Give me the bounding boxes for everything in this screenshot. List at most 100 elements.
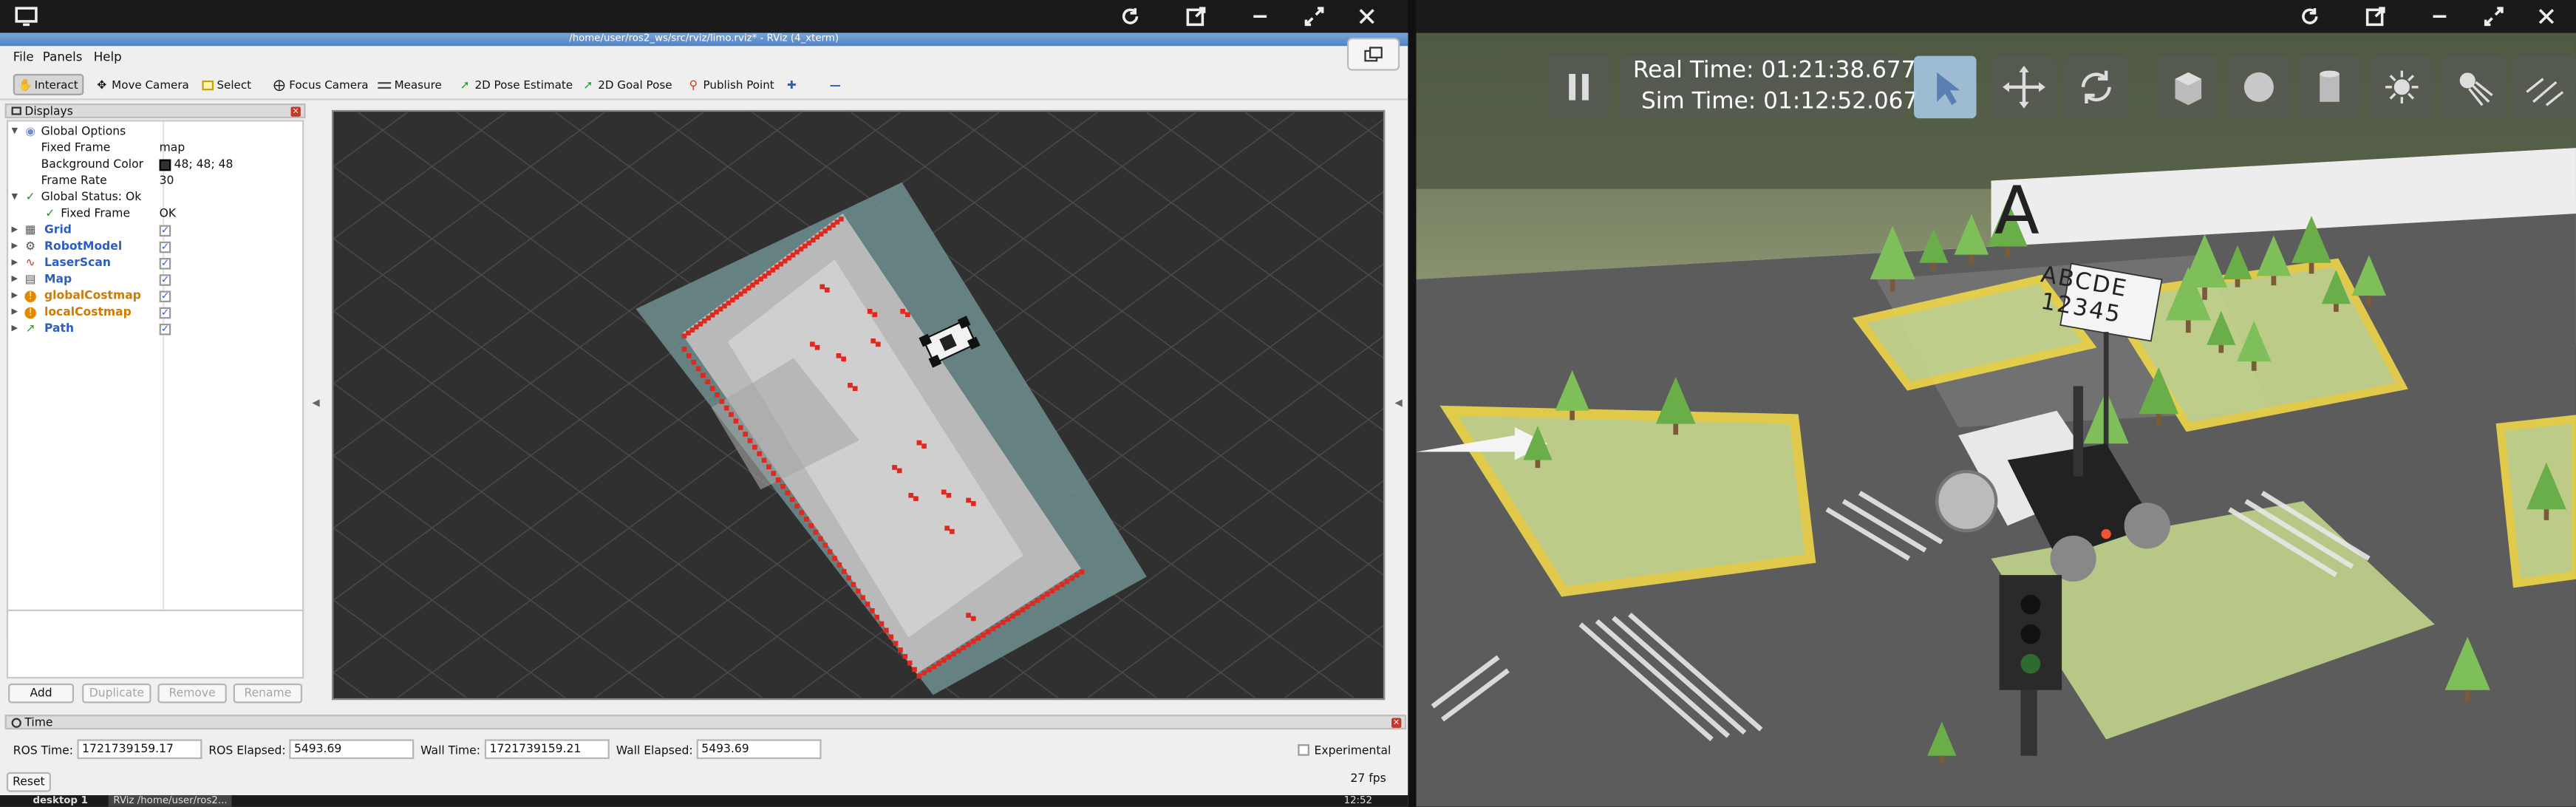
taskbar-task[interactable]: RViz /home/user/ros2... bbox=[108, 795, 233, 807]
tree-value[interactable]: map bbox=[160, 140, 185, 156]
tool-interact[interactable]: ✋ Interact bbox=[13, 74, 84, 95]
collapse-arrow-icon[interactable]: ▶ bbox=[12, 287, 18, 304]
tree-row-laserscan[interactable]: ▶ ∿ LaserScan ✓ bbox=[8, 255, 302, 271]
wall-time-field[interactable]: 1721739159.21 bbox=[484, 739, 610, 760]
tree-row-localcostmap[interactable]: ▶ ! localCostmap ✓ bbox=[8, 304, 302, 320]
monitor-icon[interactable] bbox=[10, 1, 42, 31]
rviz-3d-viewport[interactable] bbox=[332, 109, 1386, 701]
tree-row-frame-rate[interactable]: Frame Rate 30 bbox=[8, 172, 302, 188]
menu-file[interactable]: File bbox=[13, 50, 34, 64]
desktop-label[interactable]: desktop 1 bbox=[33, 795, 87, 807]
tree-value[interactable]: 48; 48; 48 bbox=[174, 156, 234, 172]
splitter-right-arrow[interactable]: ◀ bbox=[1394, 398, 1402, 409]
experimental-checkbox[interactable] bbox=[1298, 744, 1309, 756]
collapse-arrow-icon[interactable]: ▶ bbox=[12, 304, 18, 320]
rotate-mode-button[interactable] bbox=[2065, 55, 2128, 119]
collapse-arrow-icon[interactable]: ▶ bbox=[12, 255, 18, 271]
tree-row-globalcostmap[interactable]: ▶ ! globalCostmap ✓ bbox=[8, 287, 302, 304]
checkmark-icon: ✓ bbox=[25, 189, 35, 203]
minimize-icon[interactable] bbox=[1244, 1, 1276, 31]
tree-row-global-options[interactable]: ▼ ◉ Global Options bbox=[8, 123, 302, 140]
cursor-icon bbox=[1937, 72, 1960, 106]
enable-checkbox[interactable]: ✓ bbox=[159, 306, 171, 319]
directional-light-button[interactable] bbox=[2513, 55, 2576, 119]
ros-elapsed-field[interactable]: 5493.69 bbox=[289, 739, 415, 760]
box-shape-button[interactable] bbox=[2155, 55, 2218, 119]
collapse-arrow-icon[interactable]: ▶ bbox=[12, 271, 18, 287]
gazebo-viewport[interactable]: A ABCDE 12345 Real Time: 01:21:38.677 Si… bbox=[1416, 33, 2576, 807]
cylinder-shape-button[interactable] bbox=[2298, 55, 2361, 119]
rename-display-button[interactable]: Rename bbox=[233, 683, 303, 704]
enable-checkbox[interactable]: ✓ bbox=[159, 290, 171, 302]
enable-checkbox[interactable]: ✓ bbox=[159, 273, 171, 285]
tool-publish-point[interactable]: ⚲ Publish Point bbox=[684, 74, 777, 95]
translate-mode-button[interactable] bbox=[1992, 55, 2056, 119]
sphere-shape-button[interactable] bbox=[2227, 55, 2291, 119]
maximize-icon[interactable] bbox=[1298, 1, 1330, 31]
tree-label: RobotModel bbox=[44, 239, 123, 253]
ros-time-label: ROS Time: bbox=[13, 744, 74, 757]
color-swatch[interactable] bbox=[159, 159, 171, 171]
tool-move-camera[interactable]: ✥ Move Camera bbox=[92, 74, 192, 95]
pause-button[interactable] bbox=[1547, 55, 1610, 119]
tree-row-path[interactable]: ▶ ↗ Path ✓ bbox=[8, 321, 302, 337]
enable-checkbox[interactable]: ✓ bbox=[159, 256, 171, 269]
open-external-icon[interactable] bbox=[2359, 1, 2392, 31]
path-icon: ↗ bbox=[25, 321, 35, 335]
tree-row-robotmodel[interactable]: ▶ ⚙ RobotModel ✓ bbox=[8, 238, 302, 254]
add-tool-button[interactable]: ✚ bbox=[783, 74, 800, 95]
remove-display-button[interactable]: Remove bbox=[157, 683, 227, 704]
close-icon[interactable]: × bbox=[1391, 718, 1402, 728]
minimize-icon[interactable] bbox=[2423, 1, 2456, 31]
tree-row-map[interactable]: ▶ ▤ Map ✓ bbox=[8, 271, 302, 287]
close-icon[interactable] bbox=[2530, 1, 2563, 31]
remove-tool-button[interactable]: — bbox=[826, 74, 844, 95]
expand-arrow-icon[interactable]: ▼ bbox=[12, 189, 18, 205]
tool-focus-camera[interactable]: ⨁ Focus Camera bbox=[270, 74, 372, 95]
menu-help[interactable]: Help bbox=[94, 50, 122, 64]
select-mode-button[interactable] bbox=[1914, 55, 1977, 119]
collapse-arrow-icon[interactable]: ▶ bbox=[12, 222, 18, 238]
wall-elapsed-field[interactable]: 5493.69 bbox=[696, 739, 822, 760]
duplicate-display-button[interactable]: Duplicate bbox=[82, 683, 151, 704]
tool-label: Interact bbox=[34, 78, 78, 92]
time-title: Time bbox=[24, 716, 53, 730]
reset-button[interactable]: Reset bbox=[6, 772, 51, 792]
tree-value[interactable]: 30 bbox=[160, 172, 174, 188]
tool-measure[interactable]: Measure bbox=[375, 74, 445, 95]
enable-checkbox[interactable]: ✓ bbox=[159, 240, 171, 253]
displays-monitor-icon bbox=[11, 106, 21, 115]
tree-row-grid[interactable]: ▶ ▦ Grid ✓ bbox=[8, 222, 302, 238]
warning-icon: ! bbox=[24, 306, 36, 319]
close-icon[interactable]: × bbox=[290, 106, 301, 117]
tree-label: globalCostmap bbox=[44, 289, 141, 303]
spot-light-button[interactable] bbox=[2442, 55, 2506, 119]
splitter-left-arrow[interactable]: ◀ bbox=[312, 398, 319, 409]
enable-checkbox[interactable]: ✓ bbox=[159, 224, 171, 236]
tool-select[interactable]: Select bbox=[199, 74, 255, 95]
tree-row-background-color[interactable]: Background Color 48; 48; 48 bbox=[8, 156, 302, 172]
menu-panels[interactable]: Panels bbox=[43, 50, 83, 64]
tree-row-global-status[interactable]: ▼ ✓ Global Status: Ok bbox=[8, 189, 302, 205]
ros-time-field[interactable]: 1721739159.17 bbox=[77, 739, 202, 760]
refresh-icon[interactable] bbox=[1114, 1, 1146, 31]
cylinder-icon bbox=[2320, 70, 2340, 102]
undock-icon[interactable] bbox=[1347, 38, 1400, 71]
maximize-icon[interactable] bbox=[2478, 1, 2510, 31]
point-light-button[interactable] bbox=[2371, 55, 2433, 119]
tree-row-fixed-frame[interactable]: Fixed Frame map bbox=[8, 140, 302, 156]
tool-2d-pose-estimate[interactable]: ➚ 2D Pose Estimate bbox=[455, 74, 576, 95]
directional-light-icon bbox=[2526, 78, 2564, 106]
tree-row-status-fixed-frame[interactable]: ✓ Fixed Frame OK bbox=[8, 205, 302, 222]
open-external-icon[interactable] bbox=[1179, 1, 1212, 31]
add-display-button[interactable]: Add bbox=[8, 683, 75, 704]
collapse-arrow-icon[interactable]: ▶ bbox=[12, 321, 18, 337]
time-panel-header: Time × bbox=[4, 715, 1407, 730]
expand-arrow-icon[interactable]: ▼ bbox=[12, 123, 18, 140]
tool-2d-goal-pose[interactable]: ➚ 2D Goal Pose bbox=[579, 74, 675, 95]
enable-checkbox[interactable]: ✓ bbox=[159, 322, 171, 335]
collapse-arrow-icon[interactable]: ▶ bbox=[12, 238, 18, 254]
refresh-icon[interactable] bbox=[2294, 1, 2326, 31]
box-icon bbox=[2175, 72, 2202, 106]
close-icon[interactable] bbox=[1350, 1, 1383, 31]
